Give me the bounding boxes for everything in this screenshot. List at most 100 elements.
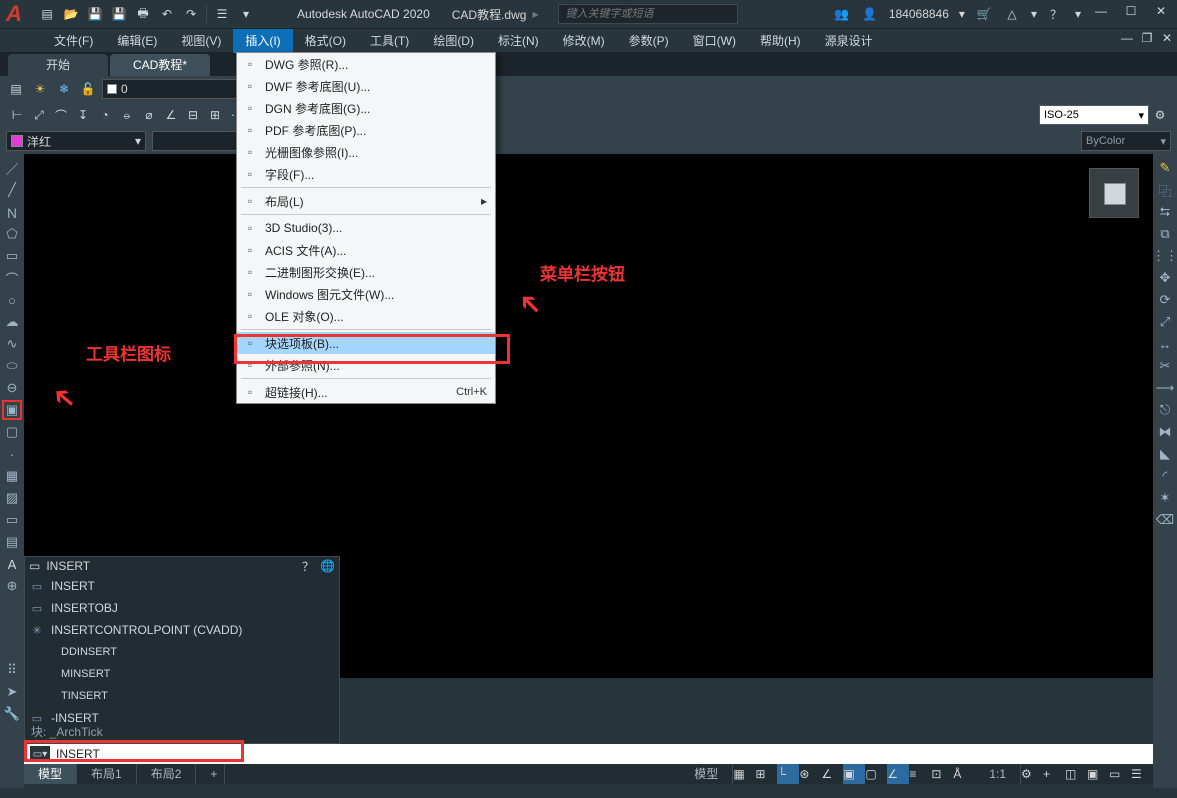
offset-icon[interactable]: ⧉ <box>1155 224 1175 244</box>
suggestion-item[interactable]: ✳INSERTCONTROLPOINT (CVADD) <box>25 619 339 641</box>
saveas-icon[interactable]: 💾 <box>110 5 128 23</box>
cart-icon[interactable]: 🛒 <box>975 5 993 23</box>
lwt-icon[interactable]: ≡ <box>909 764 931 784</box>
pencil-icon[interactable]: ✎ <box>1155 158 1175 178</box>
mtext-icon[interactable]: A <box>2 554 22 574</box>
tpy-icon[interactable]: ⊡ <box>931 764 953 784</box>
menu-file[interactable]: 文件(F) <box>42 29 105 53</box>
open-icon[interactable]: 📂 <box>62 5 80 23</box>
suggestion-item[interactable]: ▭INSERTOBJ <box>25 597 339 619</box>
minimize-button[interactable]: — <box>1091 4 1111 24</box>
rect-icon[interactable]: ▭ <box>2 246 22 266</box>
dim-ord-icon[interactable]: ↧ <box>72 104 94 126</box>
menu-item[interactable]: ▫OLE 对象(O)... <box>237 305 495 327</box>
globe-icon[interactable]: 🌐 <box>320 559 335 573</box>
grip-handle-icon[interactable]: ⠿ <box>2 660 22 680</box>
gradient-icon[interactable]: ▨ <box>2 488 22 508</box>
menu-item[interactable]: ▫光栅图像参照(I)... <box>237 141 495 163</box>
menu-item[interactable]: ▫超链接(H)...Ctrl+K <box>237 381 495 403</box>
menu-yuanquan[interactable]: 源泉设计 <box>813 29 885 53</box>
doc-restore-button[interactable]: ❐ <box>1137 31 1157 51</box>
cmd-icon[interactable]: ➤ <box>2 682 22 702</box>
lock-icon[interactable]: 🔓 <box>78 79 98 99</box>
menu-item[interactable]: ▫外部参照(N)... <box>237 354 495 376</box>
menu-item[interactable]: ▫字段(F)... <box>237 163 495 185</box>
dimstyle-dropdown[interactable]: ISO-25▾ <box>1039 105 1149 125</box>
trim-icon[interactable]: ✂ <box>1155 356 1175 376</box>
menu-item[interactable]: ▫3D Studio(3)... <box>237 217 495 239</box>
suggestion-item[interactable]: ▭INSERT <box>25 575 339 597</box>
dim-quick-icon[interactable]: ⊟ <box>182 104 204 126</box>
dim-ang-icon[interactable]: ∠ <box>160 104 182 126</box>
arc-icon[interactable]: ⌒ <box>2 268 22 288</box>
plot-icon[interactable]: 🖶 <box>134 5 152 23</box>
add-layout-button[interactable]: + <box>196 764 225 784</box>
tab-start[interactable]: 开始 <box>8 54 108 76</box>
clean-icon[interactable]: ▭ <box>1109 764 1131 784</box>
share-icon[interactable]: ☰ <box>213 5 231 23</box>
makeblock-icon[interactable]: ▢ <box>2 422 22 442</box>
point-icon[interactable]: · <box>2 444 22 464</box>
close-button[interactable]: ✕ <box>1151 4 1171 24</box>
construction-icon[interactable]: ╱ <box>2 180 22 200</box>
menu-item[interactable]: ▫DGN 参考底图(G)... <box>237 97 495 119</box>
tab-current[interactable]: CAD教程* <box>110 54 210 76</box>
plotstyle-dropdown[interactable]: ByColor▾ <box>1081 131 1171 151</box>
annoscale-icon[interactable]: Å <box>953 764 975 784</box>
osnap-icon[interactable]: ▣ <box>843 764 865 784</box>
scale-icon[interactable]: ⤢ <box>1155 312 1175 332</box>
doc-close-button[interactable]: ✕ <box>1157 31 1177 51</box>
circle-icon[interactable]: ○ <box>2 290 22 310</box>
dim-dia-icon[interactable]: ⌀ <box>138 104 160 126</box>
suggestion-item[interactable]: MINSERT <box>25 663 339 685</box>
save-icon[interactable]: 💾 <box>86 5 104 23</box>
ellipsearc-icon[interactable]: ⊖ <box>2 378 22 398</box>
chevron-down-icon[interactable]: ▾ <box>1031 7 1037 21</box>
color-dropdown[interactable]: 洋红 ▾ <box>6 131 146 151</box>
help-icon[interactable]: ？ <box>1047 5 1065 23</box>
menu-item[interactable]: ▫DWG 参照(R)... <box>237 53 495 75</box>
menu-modify[interactable]: 修改(M) <box>551 29 617 53</box>
hatch-icon[interactable]: ▦ <box>2 466 22 486</box>
suggestion-item[interactable]: DDINSERT <box>25 641 339 663</box>
command-line[interactable]: ▭▾ <box>24 744 1153 764</box>
menu-param[interactable]: 参数(P) <box>617 29 681 53</box>
menu-tools[interactable]: 工具(T) <box>358 29 421 53</box>
extend-icon[interactable]: ⟶ <box>1155 378 1175 398</box>
wrench-icon[interactable]: 🔧 <box>2 704 22 724</box>
mirror-icon[interactable]: ⮀ <box>1155 202 1175 222</box>
polygon-icon[interactable]: ⬠ <box>2 224 22 244</box>
move-icon[interactable]: ✥ <box>1155 268 1175 288</box>
grid-icon[interactable]: ▦ <box>733 764 755 784</box>
ortho-icon[interactable]: └ <box>777 764 799 784</box>
line-icon[interactable]: ／ <box>2 158 22 178</box>
menu-item[interactable]: ▫Windows 图元文件(W)... <box>237 283 495 305</box>
search-input[interactable] <box>558 4 738 24</box>
rotate-icon[interactable]: ⟳ <box>1155 290 1175 310</box>
tab-layout1[interactable]: 布局1 <box>77 764 137 784</box>
menu-window[interactable]: 窗口(W) <box>681 29 748 53</box>
menu-view[interactable]: 视图(V) <box>169 29 233 53</box>
isodraft-icon[interactable]: ∠ <box>821 764 843 784</box>
tab-layout2[interactable]: 布局2 <box>137 764 197 784</box>
gear-icon[interactable]: ⚙ <box>1021 764 1043 784</box>
dim-linear-icon[interactable]: ⊢ <box>6 104 28 126</box>
layerprops-icon[interactable]: ▤ <box>6 79 26 99</box>
join-icon[interactable]: ⧓ <box>1155 422 1175 442</box>
otrack-icon[interactable]: ∠ <box>887 764 909 784</box>
menu-insert[interactable]: 插入(I) <box>233 29 292 53</box>
dim-base-icon[interactable]: ⊞ <box>204 104 226 126</box>
menu-item[interactable]: ▫PDF 参考底图(P)... <box>237 119 495 141</box>
region-icon[interactable]: ▭ <box>2 510 22 530</box>
autocad-logo[interactable]: A <box>6 3 32 25</box>
dim-jog-icon[interactable]: ⦵ <box>116 104 138 126</box>
user-icon[interactable]: 👤 <box>861 5 879 23</box>
copy-icon[interactable]: ⿻ <box>1155 180 1175 200</box>
break-icon[interactable]: ⎋ <box>1155 400 1175 420</box>
ellipse-icon[interactable]: ⬭ <box>2 356 22 376</box>
3dosnap-icon[interactable]: ▢ <box>865 764 887 784</box>
custom-icon[interactable]: ☰ <box>1131 764 1153 784</box>
menu-item[interactable]: ▫布局(L) <box>237 190 495 212</box>
sun-icon[interactable]: ☀ <box>30 79 50 99</box>
user-id[interactable]: 184068846 <box>889 7 949 21</box>
